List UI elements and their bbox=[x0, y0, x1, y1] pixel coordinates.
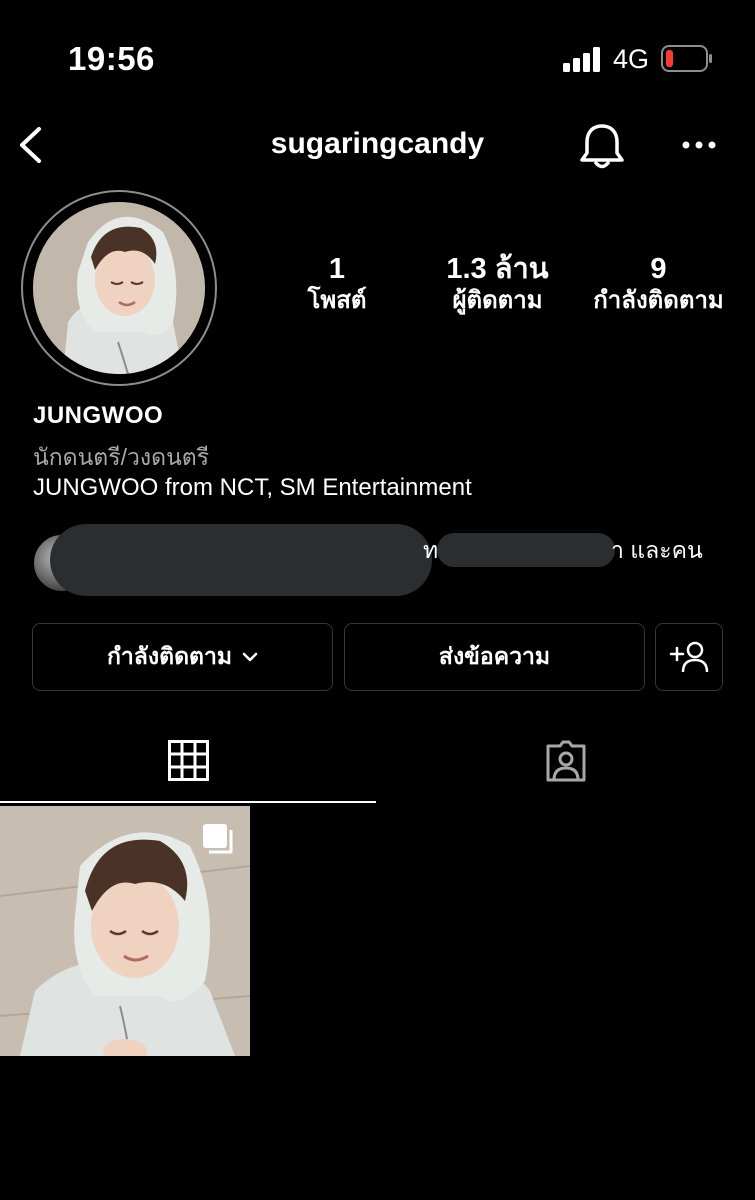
stat-followers-value: 1.3 ล้าน bbox=[446, 253, 549, 285]
tagged-person-icon bbox=[546, 740, 586, 782]
chevron-left-icon[interactable] bbox=[15, 125, 49, 165]
active-tab-indicator bbox=[0, 801, 376, 803]
profile-bio: JUNGWOO from NCT, SM Entertainment bbox=[33, 474, 472, 501]
tab-posts-grid[interactable] bbox=[0, 718, 376, 804]
profile-username: sugaringcandy bbox=[270, 127, 485, 160]
signal-strength-icon bbox=[563, 46, 603, 72]
stat-posts-label: โพสต์ bbox=[307, 287, 367, 314]
add-user-button[interactable] bbox=[655, 623, 723, 691]
following-button[interactable]: กำลังติดตาม bbox=[32, 623, 333, 691]
stat-followers-label: ผู้ติดตาม bbox=[452, 287, 543, 314]
redaction-overlay bbox=[437, 533, 615, 567]
stat-posts: 1 โพสต์ bbox=[297, 252, 377, 316]
chevron-down-icon bbox=[242, 652, 258, 662]
more-horizontal-icon[interactable] bbox=[681, 140, 717, 150]
instagram-profile-screen: 19:56 4G sugaringcandy 1 โพสต์ 1.3 ล้าน … bbox=[0, 0, 755, 1200]
tab-tagged[interactable] bbox=[376, 718, 755, 804]
status-time: 19:56 bbox=[68, 40, 155, 77]
add-user-icon bbox=[669, 641, 709, 673]
battery-icon bbox=[661, 45, 712, 72]
avatar[interactable] bbox=[33, 202, 205, 374]
stat-followers[interactable]: 1.3 ล้าน ผู้ติดตาม bbox=[430, 252, 565, 316]
message-button-label: ส่งข้อความ bbox=[438, 643, 551, 669]
grid-icon bbox=[168, 740, 209, 781]
network-type: 4G bbox=[613, 44, 650, 74]
followed-by-text[interactable]: า และคน bbox=[611, 533, 703, 569]
followed-by-partial: ท bbox=[423, 537, 439, 563]
profile-category: นักดนตรี/วงดนตรี bbox=[33, 444, 210, 470]
following-button-label: กำลังติดตาม bbox=[106, 643, 233, 669]
redaction-overlay bbox=[50, 524, 432, 596]
stat-following-value: 9 bbox=[650, 253, 667, 285]
stat-following[interactable]: 9 กำลังติดตาม bbox=[586, 252, 731, 316]
message-button[interactable]: ส่งข้อความ bbox=[344, 623, 645, 691]
stat-following-label: กำลังติดตาม bbox=[593, 287, 724, 314]
profile-name: JUNGWOO bbox=[33, 402, 164, 429]
carousel-icon bbox=[203, 824, 233, 854]
bell-icon[interactable] bbox=[578, 122, 626, 172]
stat-posts-value: 1 bbox=[328, 253, 346, 285]
